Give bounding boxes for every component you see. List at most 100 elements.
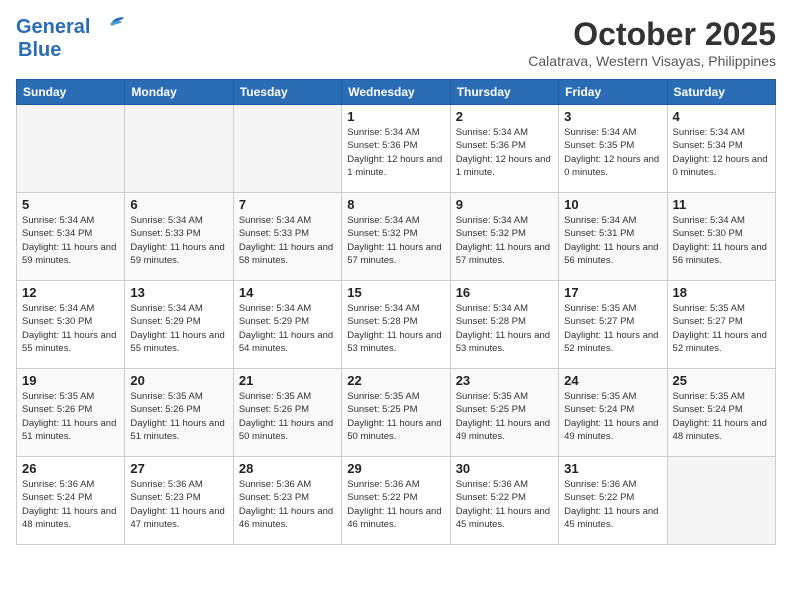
- day-number: 27: [130, 461, 227, 476]
- day-info: Sunrise: 5:36 AMSunset: 5:22 PMDaylight:…: [564, 478, 661, 531]
- day-info: Sunrise: 5:34 AMSunset: 5:36 PMDaylight:…: [456, 126, 553, 179]
- day-number: 19: [22, 373, 119, 388]
- calendar-cell: 28 Sunrise: 5:36 AMSunset: 5:23 PMDayligh…: [233, 457, 341, 545]
- calendar-cell: 2 Sunrise: 5:34 AMSunset: 5:36 PMDaylight…: [450, 105, 558, 193]
- weekday-header-saturday: Saturday: [667, 80, 775, 105]
- day-info: Sunrise: 5:34 AMSunset: 5:28 PMDaylight:…: [347, 302, 444, 355]
- day-info: Sunrise: 5:35 AMSunset: 5:24 PMDaylight:…: [673, 390, 770, 443]
- day-number: 13: [130, 285, 227, 300]
- calendar-cell: 27 Sunrise: 5:36 AMSunset: 5:23 PMDayligh…: [125, 457, 233, 545]
- calendar-cell: 12Sunrise: 5:34 AMSunset: 5:30 PMDayligh…: [17, 281, 125, 369]
- weekday-header-friday: Friday: [559, 80, 667, 105]
- calendar-cell: [667, 457, 775, 545]
- calendar-cell: 16Sunrise: 5:34 AMSunset: 5:28 PMDayligh…: [450, 281, 558, 369]
- day-number: 2: [456, 109, 553, 124]
- logo-bird-icon: [94, 16, 124, 44]
- weekday-header-sunday: Sunday: [17, 80, 125, 105]
- calendar-cell: 11 Sunrise: 5:34 AMSunset: 5:30 PMDayligh…: [667, 193, 775, 281]
- day-info: Sunrise: 5:35 AMSunset: 5:26 PMDaylight:…: [239, 390, 336, 443]
- calendar-cell: 20 Sunrise: 5:35 AMSunset: 5:26 PMDayligh…: [125, 369, 233, 457]
- day-number: 7: [239, 197, 336, 212]
- day-info: Sunrise: 5:35 AMSunset: 5:27 PMDaylight:…: [673, 302, 770, 355]
- day-info: Sunrise: 5:35 AMSunset: 5:26 PMDaylight:…: [22, 390, 119, 443]
- day-number: 28: [239, 461, 336, 476]
- calendar-cell: 1Sunrise: 5:34 AMSunset: 5:36 PMDaylight…: [342, 105, 450, 193]
- day-info: Sunrise: 5:34 AMSunset: 5:32 PMDaylight:…: [456, 214, 553, 267]
- day-info: Sunrise: 5:34 AMSunset: 5:32 PMDaylight:…: [347, 214, 444, 267]
- day-number: 30: [456, 461, 553, 476]
- calendar-cell: 22Sunrise: 5:35 AMSunset: 5:25 PMDayligh…: [342, 369, 450, 457]
- weekday-header-thursday: Thursday: [450, 80, 558, 105]
- calendar-cell: [125, 105, 233, 193]
- day-info: Sunrise: 5:34 AMSunset: 5:33 PMDaylight:…: [130, 214, 227, 267]
- page-header: GeneralBlue October 2025 Calatrava, West…: [16, 16, 776, 69]
- calendar-table: SundayMondayTuesdayWednesdayThursdayFrid…: [16, 79, 776, 545]
- calendar-cell: 15Sunrise: 5:34 AMSunset: 5:28 PMDayligh…: [342, 281, 450, 369]
- day-number: 5: [22, 197, 119, 212]
- calendar-week-5: 26Sunrise: 5:36 AMSunset: 5:24 PMDayligh…: [17, 457, 776, 545]
- day-info: Sunrise: 5:35 AMSunset: 5:27 PMDaylight:…: [564, 302, 661, 355]
- calendar-cell: 13 Sunrise: 5:34 AMSunset: 5:29 PMDayligh…: [125, 281, 233, 369]
- location-title: Calatrava, Western Visayas, Philippines: [528, 53, 776, 69]
- day-number: 16: [456, 285, 553, 300]
- day-number: 4: [673, 109, 770, 124]
- day-info: Sunrise: 5:36 AMSunset: 5:22 PMDaylight:…: [456, 478, 553, 531]
- day-info: Sunrise: 5:34 AMSunset: 5:34 PMDaylight:…: [673, 126, 770, 179]
- calendar-cell: 5 Sunrise: 5:34 AMSunset: 5:34 PMDaylight…: [17, 193, 125, 281]
- day-info: Sunrise: 5:34 AMSunset: 5:30 PMDaylight:…: [673, 214, 770, 267]
- calendar-cell: 6 Sunrise: 5:34 AMSunset: 5:33 PMDaylight…: [125, 193, 233, 281]
- day-info: Sunrise: 5:34 AMSunset: 5:36 PMDaylight:…: [347, 126, 444, 179]
- calendar-cell: 30 Sunrise: 5:36 AMSunset: 5:22 PMDayligh…: [450, 457, 558, 545]
- day-info: Sunrise: 5:34 AMSunset: 5:35 PMDaylight:…: [564, 126, 661, 179]
- day-number: 6: [130, 197, 227, 212]
- day-info: Sunrise: 5:36 AMSunset: 5:23 PMDaylight:…: [239, 478, 336, 531]
- month-title: October 2025: [528, 16, 776, 53]
- calendar-week-4: 19 Sunrise: 5:35 AMSunset: 5:26 PMDayligh…: [17, 369, 776, 457]
- day-number: 20: [130, 373, 227, 388]
- calendar-week-1: 1Sunrise: 5:34 AMSunset: 5:36 PMDaylight…: [17, 105, 776, 193]
- day-info: Sunrise: 5:34 AMSunset: 5:29 PMDaylight:…: [130, 302, 227, 355]
- calendar-cell: 19 Sunrise: 5:35 AMSunset: 5:26 PMDayligh…: [17, 369, 125, 457]
- day-info: Sunrise: 5:34 AMSunset: 5:34 PMDaylight:…: [22, 214, 119, 267]
- day-info: Sunrise: 5:35 AMSunset: 5:25 PMDaylight:…: [456, 390, 553, 443]
- day-number: 31: [564, 461, 661, 476]
- day-number: 18: [673, 285, 770, 300]
- day-number: 14: [239, 285, 336, 300]
- calendar-cell: [233, 105, 341, 193]
- calendar-cell: 29 Sunrise: 5:36 AMSunset: 5:22 PMDayligh…: [342, 457, 450, 545]
- day-info: Sunrise: 5:35 AMSunset: 5:24 PMDaylight:…: [564, 390, 661, 443]
- day-info: Sunrise: 5:34 AMSunset: 5:29 PMDaylight:…: [239, 302, 336, 355]
- day-number: 9: [456, 197, 553, 212]
- calendar-cell: [17, 105, 125, 193]
- day-info: Sunrise: 5:34 AMSunset: 5:30 PMDaylight:…: [22, 302, 119, 355]
- day-number: 24: [564, 373, 661, 388]
- calendar-cell: 10Sunrise: 5:34 AMSunset: 5:31 PMDayligh…: [559, 193, 667, 281]
- calendar-cell: 25Sunrise: 5:35 AMSunset: 5:24 PMDayligh…: [667, 369, 775, 457]
- weekday-header-row: SundayMondayTuesdayWednesdayThursdayFrid…: [17, 80, 776, 105]
- day-number: 21: [239, 373, 336, 388]
- day-info: Sunrise: 5:36 AMSunset: 5:24 PMDaylight:…: [22, 478, 119, 531]
- day-info: Sunrise: 5:36 AMSunset: 5:22 PMDaylight:…: [347, 478, 444, 531]
- day-info: Sunrise: 5:35 AMSunset: 5:26 PMDaylight:…: [130, 390, 227, 443]
- day-number: 3: [564, 109, 661, 124]
- weekday-header-tuesday: Tuesday: [233, 80, 341, 105]
- day-info: Sunrise: 5:36 AMSunset: 5:23 PMDaylight:…: [130, 478, 227, 531]
- day-number: 17: [564, 285, 661, 300]
- calendar-cell: 14 Sunrise: 5:34 AMSunset: 5:29 PMDayligh…: [233, 281, 341, 369]
- weekday-header-wednesday: Wednesday: [342, 80, 450, 105]
- calendar-cell: 7 Sunrise: 5:34 AMSunset: 5:33 PMDaylight…: [233, 193, 341, 281]
- calendar-cell: 23 Sunrise: 5:35 AMSunset: 5:25 PMDayligh…: [450, 369, 558, 457]
- day-info: Sunrise: 5:34 AMSunset: 5:33 PMDaylight:…: [239, 214, 336, 267]
- logo-text: GeneralBlue: [16, 16, 90, 62]
- day-number: 11: [673, 197, 770, 212]
- calendar-week-3: 12Sunrise: 5:34 AMSunset: 5:30 PMDayligh…: [17, 281, 776, 369]
- calendar-cell: 8Sunrise: 5:34 AMSunset: 5:32 PMDaylight…: [342, 193, 450, 281]
- calendar-week-2: 5 Sunrise: 5:34 AMSunset: 5:34 PMDaylight…: [17, 193, 776, 281]
- weekday-header-monday: Monday: [125, 80, 233, 105]
- day-number: 29: [347, 461, 444, 476]
- calendar-cell: 17 Sunrise: 5:35 AMSunset: 5:27 PMDayligh…: [559, 281, 667, 369]
- day-number: 23: [456, 373, 553, 388]
- calendar-cell: 24 Sunrise: 5:35 AMSunset: 5:24 PMDayligh…: [559, 369, 667, 457]
- day-info: Sunrise: 5:35 AMSunset: 5:25 PMDaylight:…: [347, 390, 444, 443]
- day-info: Sunrise: 5:34 AMSunset: 5:31 PMDaylight:…: [564, 214, 661, 267]
